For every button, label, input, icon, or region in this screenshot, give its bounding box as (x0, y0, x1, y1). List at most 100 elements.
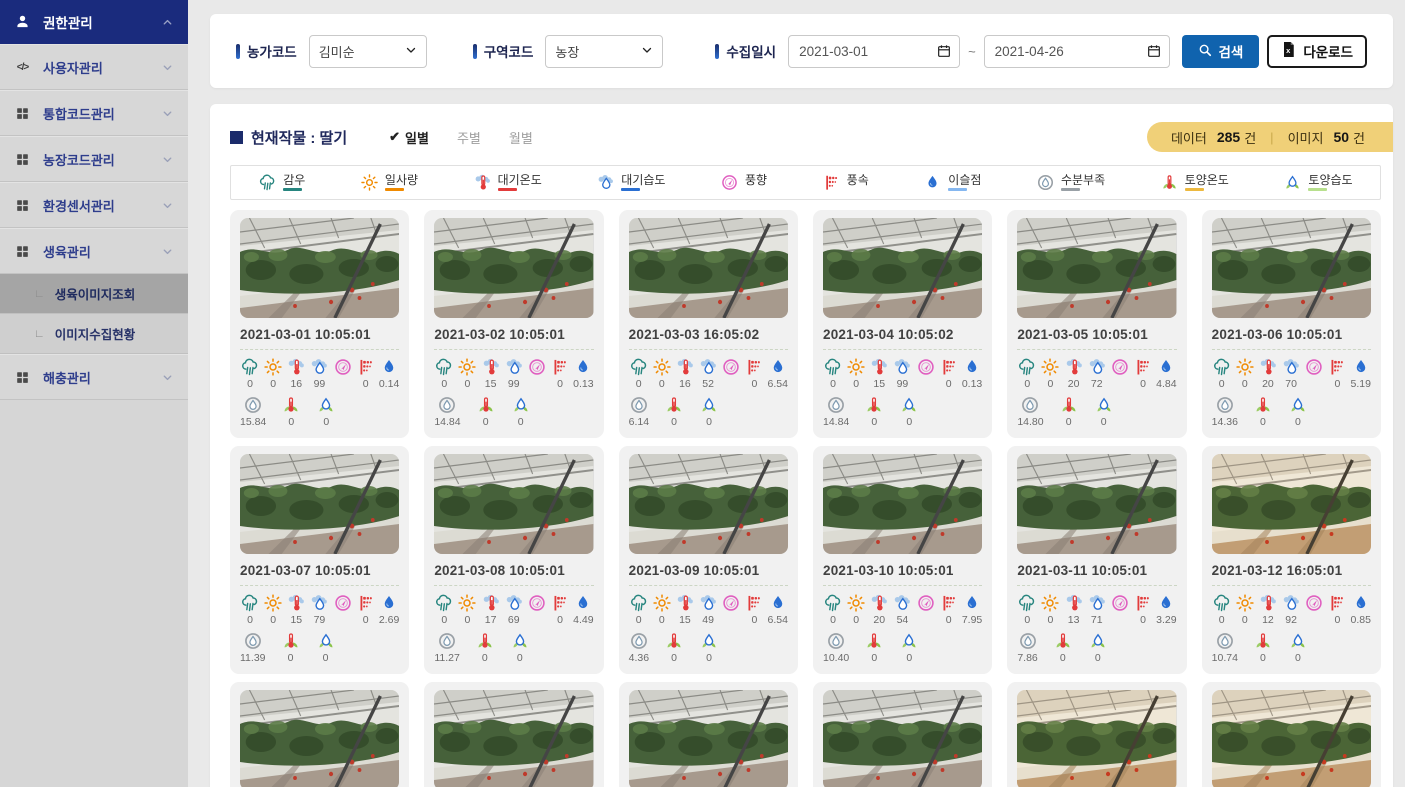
zone-code-select[interactable]: 농장 (545, 35, 663, 68)
sensor-value: 0 (288, 417, 294, 428)
sensor-value: 17 (485, 615, 497, 626)
greenhouse-photo-thumbnail[interactable] (434, 690, 593, 787)
sidebar-subitem-생육이미지조회[interactable]: ∟ 생육이미지조회 (0, 274, 188, 314)
image-card[interactable]: 2021-03-08 10:05:01 00176904.49 11.2700 (424, 446, 603, 674)
sidebar-item-농장코드관리[interactable]: 농장코드관리 (0, 136, 188, 182)
sensor-cell-soil-temp: 0 (475, 631, 495, 664)
sensor-value: 0.13 (573, 379, 593, 390)
tab-일별[interactable]: ✔ 일별 (389, 128, 429, 147)
wind-speed-icon (1327, 593, 1347, 613)
image-card[interactable]: 2021-03-17 17:35:01 (1007, 682, 1186, 787)
image-card[interactable]: 2021-03-14 10:05:01 (424, 682, 603, 787)
soil-humidity-icon (1088, 631, 1108, 651)
sidebar-item-통합코드관리[interactable]: 통합코드관리 (0, 90, 188, 136)
data-count-label: 데이터 (1171, 128, 1207, 147)
greenhouse-photo-thumbnail[interactable] (240, 218, 399, 318)
greenhouse-photo-thumbnail[interactable] (629, 690, 788, 787)
sensor-cell-wind-speed: 0 (1133, 357, 1153, 390)
greenhouse-photo-thumbnail[interactable] (1017, 454, 1176, 554)
sensor-value: 0 (636, 615, 642, 626)
chevron-down-icon (641, 44, 653, 59)
image-card[interactable]: 2021-03-03 16:05:02 00165206.54 6.1400 (619, 210, 798, 438)
dew-point-icon (923, 173, 942, 192)
wind-direction-icon (333, 357, 353, 377)
greenhouse-photo-thumbnail[interactable] (823, 690, 982, 787)
legend-underline (621, 188, 640, 191)
sensor-cell-soil-humidity: 0 (1288, 395, 1308, 428)
search-button[interactable]: 검색 (1182, 35, 1259, 68)
greenhouse-photo-thumbnail[interactable] (1212, 218, 1371, 318)
image-card[interactable]: 2021-03-12 16:05:01 00129200.85 10.7400 (1202, 446, 1381, 674)
air-humidity-icon (596, 173, 615, 192)
sidebar-item-해충관리[interactable]: 해충관리 (0, 354, 188, 400)
image-card[interactable]: 2021-03-13 10:05:01 (230, 682, 409, 787)
sensor-cell-rain: 0 (823, 357, 843, 390)
grid-icon (14, 151, 31, 168)
sensor-value: 0 (1219, 379, 1225, 390)
air-temp-icon (1064, 357, 1084, 377)
sensor-row-1: 00176904.49 (434, 593, 593, 626)
image-card[interactable]: 2021-03-02 10:05:01 00159900.13 14.8400 (424, 210, 603, 438)
image-card[interactable]: 2021-03-01 10:05:01 00169900.14 15.8400 (230, 210, 409, 438)
wind-direction-icon (527, 357, 547, 377)
sensor-cell-dew-point: 4.49 (573, 593, 593, 626)
image-card[interactable]: 2021-03-16 10:05:02 (813, 682, 992, 787)
image-card[interactable]: 2021-03-06 10:05:01 00207005.19 14.3600 (1202, 210, 1381, 438)
image-card[interactable]: 2021-03-18 16:05:02 (1202, 682, 1381, 787)
greenhouse-photo-thumbnail[interactable] (629, 218, 788, 318)
sensor-cell-soil-temp: 0 (476, 395, 496, 428)
sensor-cell-soil-humidity: 0 (899, 631, 919, 664)
greenhouse-photo-thumbnail[interactable] (1212, 454, 1371, 554)
wind-direction-icon (333, 593, 353, 613)
sensor-value: 0 (247, 615, 253, 626)
greenhouse-photo-thumbnail[interactable] (823, 454, 982, 554)
card-datetime: 2021-03-07 10:05:01 (240, 563, 399, 578)
tab-주별[interactable]: 주별 (457, 128, 481, 147)
tab-월별[interactable]: 월별 (509, 128, 533, 147)
image-card[interactable]: 2021-03-15 10:05:01 (619, 682, 798, 787)
image-card[interactable]: 2021-03-09 10:05:01 00154906.54 4.3600 (619, 446, 798, 674)
period-tabs: ✔ 일별 주별 월별 (389, 128, 533, 147)
sensor-value: 16 (679, 379, 691, 390)
greenhouse-photo-thumbnail[interactable] (1017, 690, 1176, 787)
card-divider (1212, 585, 1371, 586)
sidebar-subitem-이미지수집현황[interactable]: ∟ 이미지수집현황 (0, 314, 188, 354)
image-card[interactable]: 2021-03-11 10:05:01 00137103.29 7.8600 (1007, 446, 1186, 674)
farm-code-value: 김미순 (319, 42, 355, 61)
card-datetime: 2021-03-03 16:05:02 (629, 327, 788, 342)
image-card[interactable]: 2021-03-05 10:05:01 00207204.84 14.8000 (1007, 210, 1186, 438)
greenhouse-photo-thumbnail[interactable] (434, 454, 593, 554)
sidebar-item-환경센서관리[interactable]: 환경센서관리 (0, 182, 188, 228)
image-card[interactable]: 2021-03-04 10:05:02 00159900.13 14.8400 (813, 210, 992, 438)
image-card[interactable]: 2021-03-10 10:05:01 00205407.95 10.4000 (813, 446, 992, 674)
download-button[interactable]: x 다운로드 (1267, 35, 1367, 68)
sidebar-item-생육관리[interactable]: 생육관리 (0, 228, 188, 274)
image-card[interactable]: 2021-03-07 10:05:01 00157902.69 11.3900 (230, 446, 409, 674)
download-button-label: 다운로드 (1303, 41, 1353, 61)
farm-code-select[interactable]: 김미순 (309, 35, 427, 68)
sidebar-item-사용자관리[interactable]: </> 사용자관리 (0, 44, 188, 90)
date-to-input[interactable] (984, 35, 1170, 68)
legend-label: 풍속 (847, 174, 869, 186)
sensor-value: 0 (751, 615, 757, 626)
sensor-row-2: 6.1400 (629, 395, 788, 428)
greenhouse-photo-thumbnail[interactable] (1017, 218, 1176, 318)
greenhouse-photo-thumbnail[interactable] (240, 690, 399, 787)
greenhouse-photo-thumbnail[interactable] (240, 454, 399, 554)
sensor-cell-moisture-deficit: 14.36 (1212, 395, 1238, 428)
rain-icon (240, 357, 260, 377)
greenhouse-photo-thumbnail[interactable] (629, 454, 788, 554)
dew-point-icon (379, 357, 399, 377)
sensor-value: 20 (873, 615, 885, 626)
sensor-cell-rain: 0 (1212, 593, 1232, 626)
greenhouse-photo-thumbnail[interactable] (823, 218, 982, 318)
sensor-value: 79 (314, 615, 326, 626)
date-from-input[interactable] (788, 35, 960, 68)
sensor-value: 5.19 (1351, 379, 1371, 390)
sensor-cell-sun: 0 (1235, 357, 1255, 390)
search-icon (1198, 43, 1212, 60)
sidebar-item-권한관리[interactable]: 권한관리 (0, 0, 188, 44)
greenhouse-photo-thumbnail[interactable] (434, 218, 593, 318)
sensor-cell-rain: 0 (434, 357, 454, 390)
greenhouse-photo-thumbnail[interactable] (1212, 690, 1371, 787)
